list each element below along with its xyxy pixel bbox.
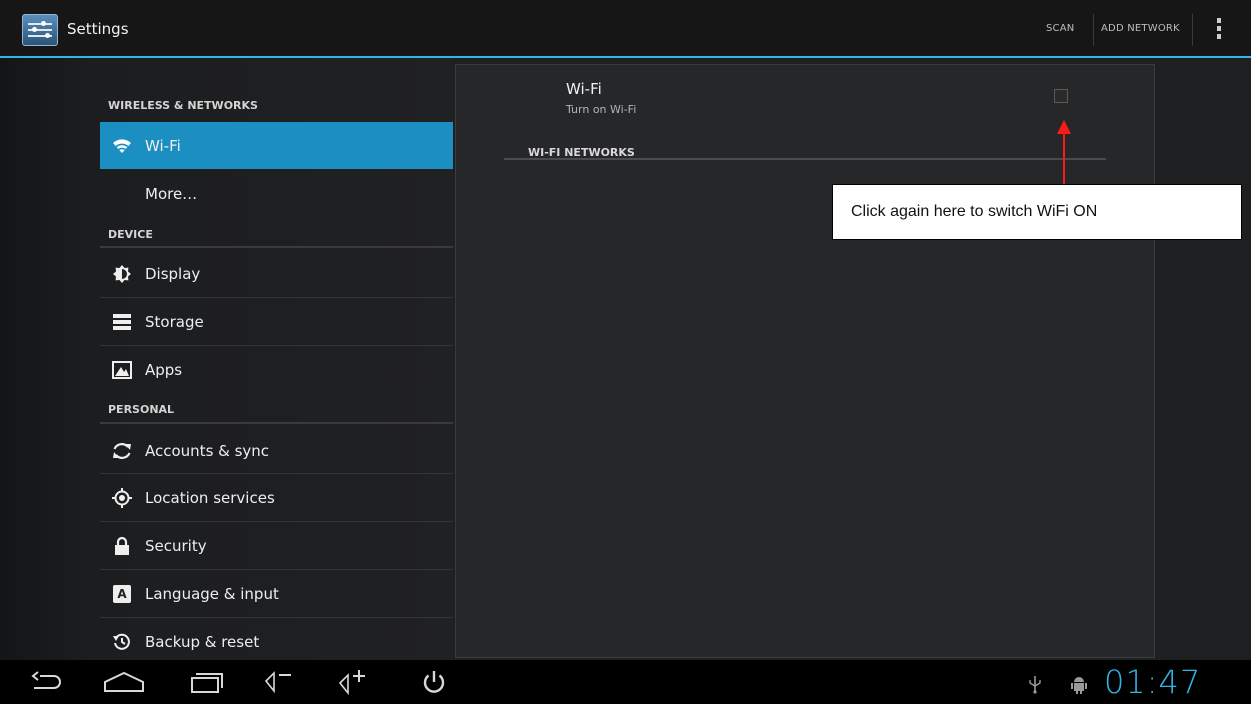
scan-button[interactable]: SCAN <box>1046 23 1074 34</box>
sidebar-item-security[interactable]: Security <box>100 522 453 569</box>
sidebar-item-label: Location services <box>145 488 275 507</box>
home-icon[interactable] <box>102 668 146 696</box>
section-header-wireless: WIRELESS & NETWORKS <box>108 99 258 112</box>
sidebar-item-label: Display <box>145 264 201 283</box>
recent-apps-icon[interactable] <box>186 668 226 696</box>
wifi-checkbox[interactable] <box>1054 89 1068 103</box>
backup-icon <box>109 632 135 652</box>
wifi-toggle-summary: Turn on Wi-Fi <box>566 103 637 116</box>
power-icon[interactable] <box>420 668 448 696</box>
volume-down-icon[interactable] <box>262 668 296 696</box>
back-icon[interactable] <box>28 668 64 696</box>
settings-app-icon[interactable] <box>22 14 58 46</box>
add-network-button[interactable]: ADD NETWORK <box>1101 23 1180 34</box>
sidebar-item-language-input[interactable]: A Language & input <box>100 570 453 617</box>
annotation-callout: Click again here to switch WiFi ON <box>832 184 1242 240</box>
sidebar-item-more[interactable]: More… <box>100 170 453 217</box>
section-divider <box>100 246 453 248</box>
location-icon <box>109 487 135 508</box>
wifi-icon <box>109 138 135 154</box>
sidebar-item-label: Wi-Fi <box>145 136 181 155</box>
sidebar-item-label: More… <box>145 184 198 203</box>
section-divider <box>100 422 453 424</box>
volume-up-icon[interactable] <box>336 668 372 696</box>
section-header-device: DEVICE <box>108 228 153 241</box>
action-separator <box>1192 14 1193 46</box>
sidebar-item-display[interactable]: Display <box>100 250 453 297</box>
brightness-icon <box>109 264 135 284</box>
system-clock[interactable]: 01:47 <box>1104 663 1201 701</box>
section-header-personal: PERSONAL <box>108 403 175 416</box>
sidebar-item-label: Backup & reset <box>145 632 260 651</box>
action-separator <box>1093 14 1094 46</box>
page-title: Settings <box>67 20 129 38</box>
sidebar-item-backup-reset[interactable]: Backup & reset <box>100 618 453 665</box>
sidebar-item-storage[interactable]: Storage <box>100 298 453 345</box>
usb-icon <box>1028 670 1042 698</box>
sidebar-item-label: Security <box>145 536 207 555</box>
sync-icon <box>109 441 135 461</box>
sidebar-item-wifi[interactable]: Wi-Fi <box>100 122 453 169</box>
wifi-toggle-title[interactable]: Wi-Fi <box>566 80 602 98</box>
lock-icon <box>109 536 135 556</box>
sidebar-item-label: Accounts & sync <box>145 441 270 460</box>
sidebar-item-accounts-sync[interactable]: Accounts & sync <box>100 427 453 474</box>
android-debug-icon <box>1070 670 1088 698</box>
keyboard-icon: A <box>109 584 135 603</box>
annotation-arrow <box>1063 132 1065 184</box>
sidebar-item-apps[interactable]: Apps <box>100 346 453 393</box>
action-bar: Settings SCAN ADD NETWORK <box>0 0 1251 58</box>
section-divider <box>504 158 1106 160</box>
sidebar-item-label: Apps <box>145 360 183 379</box>
sidebar-item-label: Language & input <box>145 584 279 603</box>
sidebar-item-label: Storage <box>145 312 204 331</box>
apps-icon <box>109 360 135 379</box>
sidebar-item-location-services[interactable]: Location services <box>100 474 453 521</box>
svg-text:A: A <box>117 587 127 601</box>
storage-icon <box>109 313 135 331</box>
overflow-menu-icon[interactable] <box>1217 18 1221 40</box>
